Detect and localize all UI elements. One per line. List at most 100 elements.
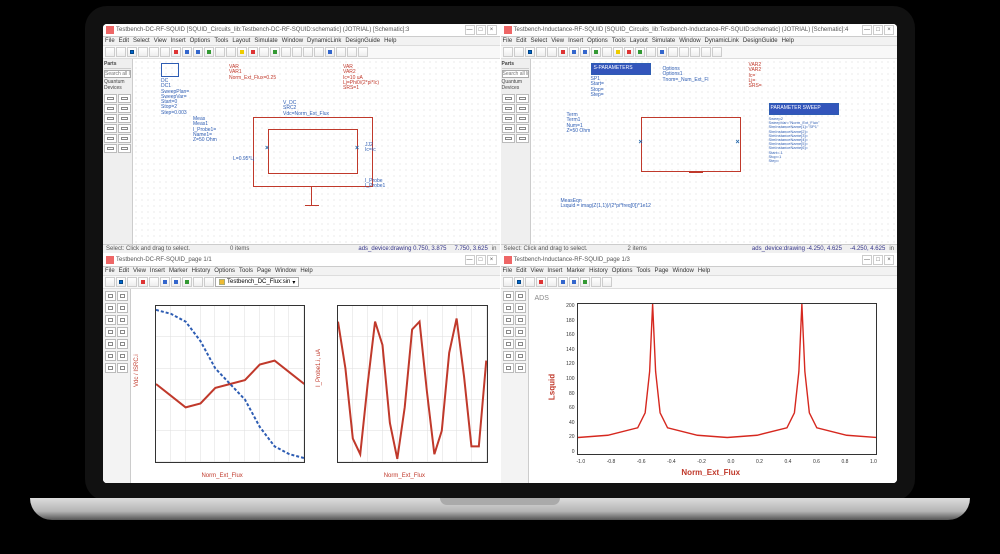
maximize-button[interactable]: □ [873, 255, 883, 265]
tune-icon[interactable] [281, 47, 291, 57]
menu-edit[interactable]: Edit [119, 268, 129, 274]
menu-tools[interactable]: Tools [612, 38, 626, 44]
zoom-out-icon[interactable] [193, 47, 203, 57]
part-inductor[interactable] [516, 94, 529, 103]
undo-icon[interactable] [149, 47, 159, 57]
deactivate-icon[interactable] [314, 47, 324, 57]
misc1-icon[interactable] [701, 47, 711, 57]
menu-window[interactable]: Window [679, 38, 700, 44]
letter-icon[interactable] [503, 363, 514, 373]
undo-icon[interactable] [547, 277, 557, 287]
save-icon[interactable] [514, 277, 524, 287]
save-icon[interactable] [116, 277, 126, 287]
undo-icon[interactable] [536, 47, 546, 57]
library-icon[interactable] [679, 47, 689, 57]
menu-window[interactable]: Window [673, 268, 694, 274]
menu-page[interactable]: Page [257, 268, 271, 274]
stack-plot-icon[interactable] [515, 303, 526, 313]
part-jj[interactable] [104, 94, 117, 103]
menu-simulate[interactable]: Simulate [254, 38, 277, 44]
antenna-plot-icon[interactable] [515, 315, 526, 325]
zoom-in-icon[interactable] [558, 277, 568, 287]
antenna-plot-icon[interactable] [117, 315, 128, 325]
dataset-selector[interactable]: Testbench_DC_Flux:sin ▾ [215, 277, 299, 287]
pan-icon[interactable] [215, 47, 225, 57]
part-term[interactable] [516, 134, 529, 143]
iprobe-text[interactable]: I_Probe I_Probe1 [365, 179, 385, 190]
menu-insert[interactable]: Insert [171, 38, 186, 44]
poly-icon[interactable] [515, 351, 526, 361]
polar-plot-icon[interactable] [117, 291, 128, 301]
var-icon[interactable] [624, 47, 634, 57]
ground-icon[interactable] [613, 47, 623, 57]
wire-icon[interactable] [226, 47, 236, 57]
parts-category[interactable]: Quantum Devices [104, 79, 131, 91]
delete-icon[interactable] [536, 277, 546, 287]
zoom-in-icon[interactable] [160, 277, 170, 287]
circle-icon[interactable] [105, 351, 116, 361]
parts-category[interactable]: Quantum Devices [502, 79, 529, 91]
menu-marker[interactable]: Marker [169, 268, 188, 274]
menu-edit[interactable]: Edit [119, 38, 129, 44]
jj2-symbol[interactable]: × [355, 145, 359, 152]
part-sweep[interactable] [104, 134, 117, 143]
jj1-symbol[interactable]: × [639, 139, 643, 146]
rotate-icon[interactable] [325, 47, 335, 57]
part-eqn[interactable] [118, 144, 131, 153]
menu-insert[interactable]: Insert [547, 268, 562, 274]
var1-text[interactable]: VAR VAR1 Norm_Ext_Flux=0.25 [229, 65, 276, 81]
part-mutual[interactable] [104, 124, 117, 133]
rotate-icon[interactable] [657, 47, 667, 57]
close-button[interactable]: × [884, 255, 894, 265]
list-plot-icon[interactable] [503, 315, 514, 325]
jj2-symbol[interactable]: × [736, 139, 740, 146]
zoom-fit-icon[interactable] [182, 277, 192, 287]
menu-tools[interactable]: Tools [214, 38, 228, 44]
open-icon[interactable] [116, 47, 126, 57]
var2-text[interactable]: VAR VAR2 Ic=10 uA Lj=Phi0/(2*pi*Ic) SRS=… [343, 65, 379, 91]
place-icon[interactable] [690, 47, 700, 57]
close-button[interactable]: × [884, 25, 894, 35]
menu-view[interactable]: View [133, 268, 146, 274]
menu-insert[interactable]: Insert [150, 268, 165, 274]
smith-plot-icon[interactable] [105, 303, 116, 313]
menu-dynamiclink[interactable]: DynamicLink [705, 38, 739, 44]
tune-icon[interactable] [646, 47, 656, 57]
circle-icon[interactable] [503, 351, 514, 361]
letter-icon[interactable] [105, 363, 116, 373]
mirror-icon[interactable] [336, 47, 346, 57]
menu-page[interactable]: Page [654, 268, 668, 274]
close-button[interactable]: × [487, 25, 497, 35]
menu-insert[interactable]: Insert [568, 38, 583, 44]
part-mutual[interactable] [502, 124, 515, 133]
part-term[interactable] [118, 134, 131, 143]
menu-layout[interactable]: Layout [630, 38, 648, 44]
misc2-icon[interactable] [712, 47, 722, 57]
part-sweep[interactable] [502, 134, 515, 143]
menu-options[interactable]: Options [214, 268, 235, 274]
part-probe[interactable] [118, 124, 131, 133]
menu-file[interactable]: File [105, 38, 115, 44]
simulate-icon[interactable] [635, 47, 645, 57]
zoom-out-icon[interactable] [171, 277, 181, 287]
next-page-icon[interactable] [204, 277, 214, 287]
minimize-button[interactable]: — [465, 25, 475, 35]
menu-select[interactable]: Select [133, 38, 150, 44]
zoom-out-icon[interactable] [580, 47, 590, 57]
new-icon[interactable] [105, 47, 115, 57]
var-icon[interactable] [248, 47, 258, 57]
wire-icon[interactable] [602, 47, 612, 57]
rect-icon[interactable] [515, 339, 526, 349]
parts-search-input[interactable] [502, 70, 529, 78]
term-text[interactable]: Term Term1 Num=1 Z=50 Ohm [567, 113, 591, 134]
list-plot-icon[interactable] [105, 315, 116, 325]
measeqn-text[interactable]: MeasEqn Lsquid = imag(Z(1,1))/(2*pi*freq… [561, 199, 651, 210]
rect-plot-icon[interactable] [105, 291, 116, 301]
minimize-button[interactable]: — [862, 255, 872, 265]
stack-plot-icon[interactable] [117, 303, 128, 313]
print-icon[interactable] [138, 47, 148, 57]
part-source[interactable] [502, 114, 515, 123]
undo-icon[interactable] [149, 277, 159, 287]
dc-sim-block[interactable] [161, 63, 179, 77]
part-probe[interactable] [516, 124, 529, 133]
